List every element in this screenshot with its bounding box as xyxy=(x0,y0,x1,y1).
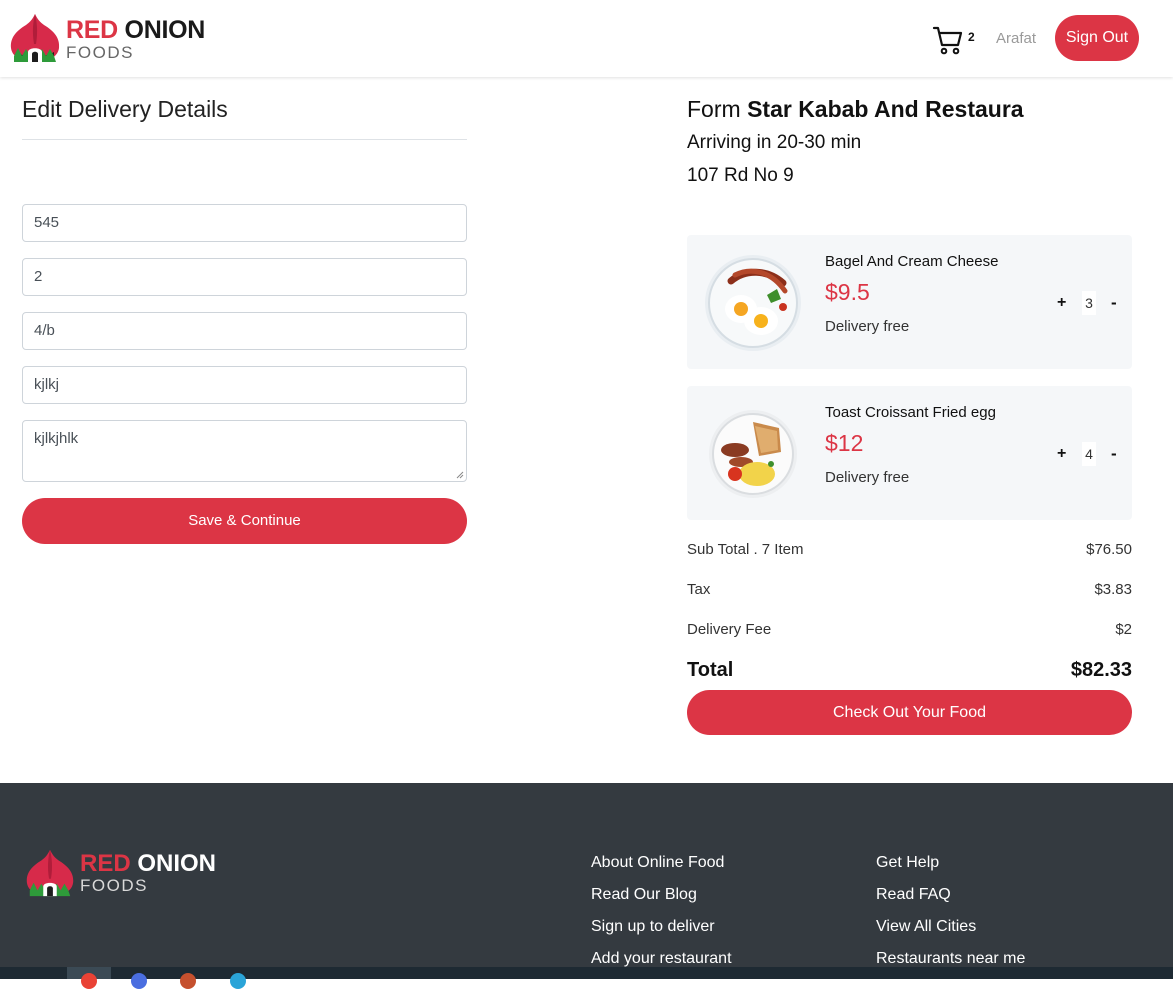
onion-logo-icon xyxy=(26,849,74,897)
cart-button[interactable]: 2 xyxy=(932,24,982,56)
footer-brand-wordmark: RED ONION xyxy=(80,850,217,877)
brand-subtitle: FOODS xyxy=(66,43,134,62)
toast-plate-image xyxy=(709,410,797,498)
textarea-value: kjlkjhlk xyxy=(34,430,79,447)
delivery-fee-label: Delivery Fee xyxy=(687,621,772,638)
qty-value[interactable]: 3 xyxy=(1082,291,1096,315)
taskbar-app-icon[interactable] xyxy=(131,973,147,989)
site-footer: RED ONION FOODS About Online Food Read O… xyxy=(0,783,1173,979)
save-continue-button[interactable]: Save & Continue xyxy=(22,498,467,544)
sign-out-button[interactable]: Sign Out xyxy=(1055,15,1139,61)
item-delivery-note: Delivery free xyxy=(825,469,910,486)
subtotal-value: $76.50 xyxy=(1086,541,1132,558)
from-prefix: Form xyxy=(687,96,741,122)
total-label: Total xyxy=(687,659,734,681)
taskbar-app-icon[interactable] xyxy=(180,973,196,989)
footer-link-add-restaurant[interactable]: Add your restaurant xyxy=(591,950,732,968)
taskbar-app-icon[interactable] xyxy=(230,973,246,989)
onion-logo-icon xyxy=(10,14,60,62)
qty-increase-button[interactable]: + xyxy=(1057,445,1066,463)
item-price: $9.5 xyxy=(825,279,870,305)
qty-decrease-button[interactable]: - xyxy=(1111,293,1117,313)
restaurant-heading: Form Star Kabab And Restaura xyxy=(687,96,1024,123)
delivery-field-4[interactable]: kjlkj xyxy=(22,366,467,404)
qty-increase-button[interactable]: + xyxy=(1057,294,1066,312)
delivery-field-2[interactable]: 2 xyxy=(22,258,467,296)
delivery-field-3[interactable]: 4/b xyxy=(22,312,467,350)
item-name: Bagel And Cream Cheese xyxy=(825,253,999,270)
taskbar-app-slot[interactable] xyxy=(67,967,111,989)
delivery-field-1[interactable]: 545 xyxy=(22,204,467,242)
item-name: Toast Croissant Fried egg xyxy=(825,404,996,421)
checkout-button[interactable]: Check Out Your Food xyxy=(687,690,1132,735)
footer-link-blog[interactable]: Read Our Blog xyxy=(591,886,697,904)
tax-label: Tax xyxy=(687,581,711,598)
qty-decrease-button[interactable]: - xyxy=(1111,444,1117,464)
footer-brand-subtitle: FOODS xyxy=(80,876,148,895)
cart-item: Toast Croissant Fried egg $12 Delivery f… xyxy=(687,386,1132,520)
restaurant-name: Star Kabab And Restaura xyxy=(747,96,1024,122)
footer-link-faq[interactable]: Read FAQ xyxy=(876,886,951,904)
item-price: $12 xyxy=(825,430,864,456)
form-divider xyxy=(22,139,467,140)
total-value: $82.33 xyxy=(1070,659,1132,681)
os-taskbar xyxy=(0,967,1173,989)
footer-link-help[interactable]: Get Help xyxy=(876,854,939,872)
bagel-plate-image xyxy=(705,255,801,351)
delivery-address: 107 Rd No 9 xyxy=(687,165,794,186)
cart-count-badge: 2 xyxy=(968,30,975,44)
delivery-instructions-textarea[interactable]: kjlkjhlk xyxy=(22,420,467,482)
cart-icon xyxy=(932,26,963,55)
user-name[interactable]: Arafat xyxy=(996,30,1036,47)
cart-item: Bagel And Cream Cheese $9.5 Delivery fre… xyxy=(687,235,1132,369)
tax-value: $3.83 xyxy=(1094,581,1132,598)
footer-link-cities[interactable]: View All Cities xyxy=(876,918,976,936)
footer-brand-logo[interactable]: RED ONION FOODS xyxy=(24,847,224,899)
brand-logo[interactable]: RED ONION FOODS xyxy=(8,12,208,64)
delivery-form-title: Edit Delivery Details xyxy=(22,96,228,122)
browser-app-icon xyxy=(81,973,97,989)
footer-link-sign-up-deliver[interactable]: Sign up to deliver xyxy=(591,918,715,936)
subtotal-label: Sub Total . 7 Item xyxy=(687,541,804,558)
delivery-fee-value: $2 xyxy=(1115,621,1132,638)
item-delivery-note: Delivery free xyxy=(825,318,910,335)
footer-link-about[interactable]: About Online Food xyxy=(591,854,724,872)
arrival-time: Arriving in 20-30 min xyxy=(687,132,862,153)
brand-wordmark: RED ONION xyxy=(66,16,205,44)
site-header: RED ONION FOODS 2 Arafat Sign Out xyxy=(0,0,1173,77)
resize-grip-icon[interactable] xyxy=(456,471,464,479)
qty-value[interactable]: 4 xyxy=(1082,442,1096,466)
footer-link-restaurants-near[interactable]: Restaurants near me xyxy=(876,950,1025,968)
